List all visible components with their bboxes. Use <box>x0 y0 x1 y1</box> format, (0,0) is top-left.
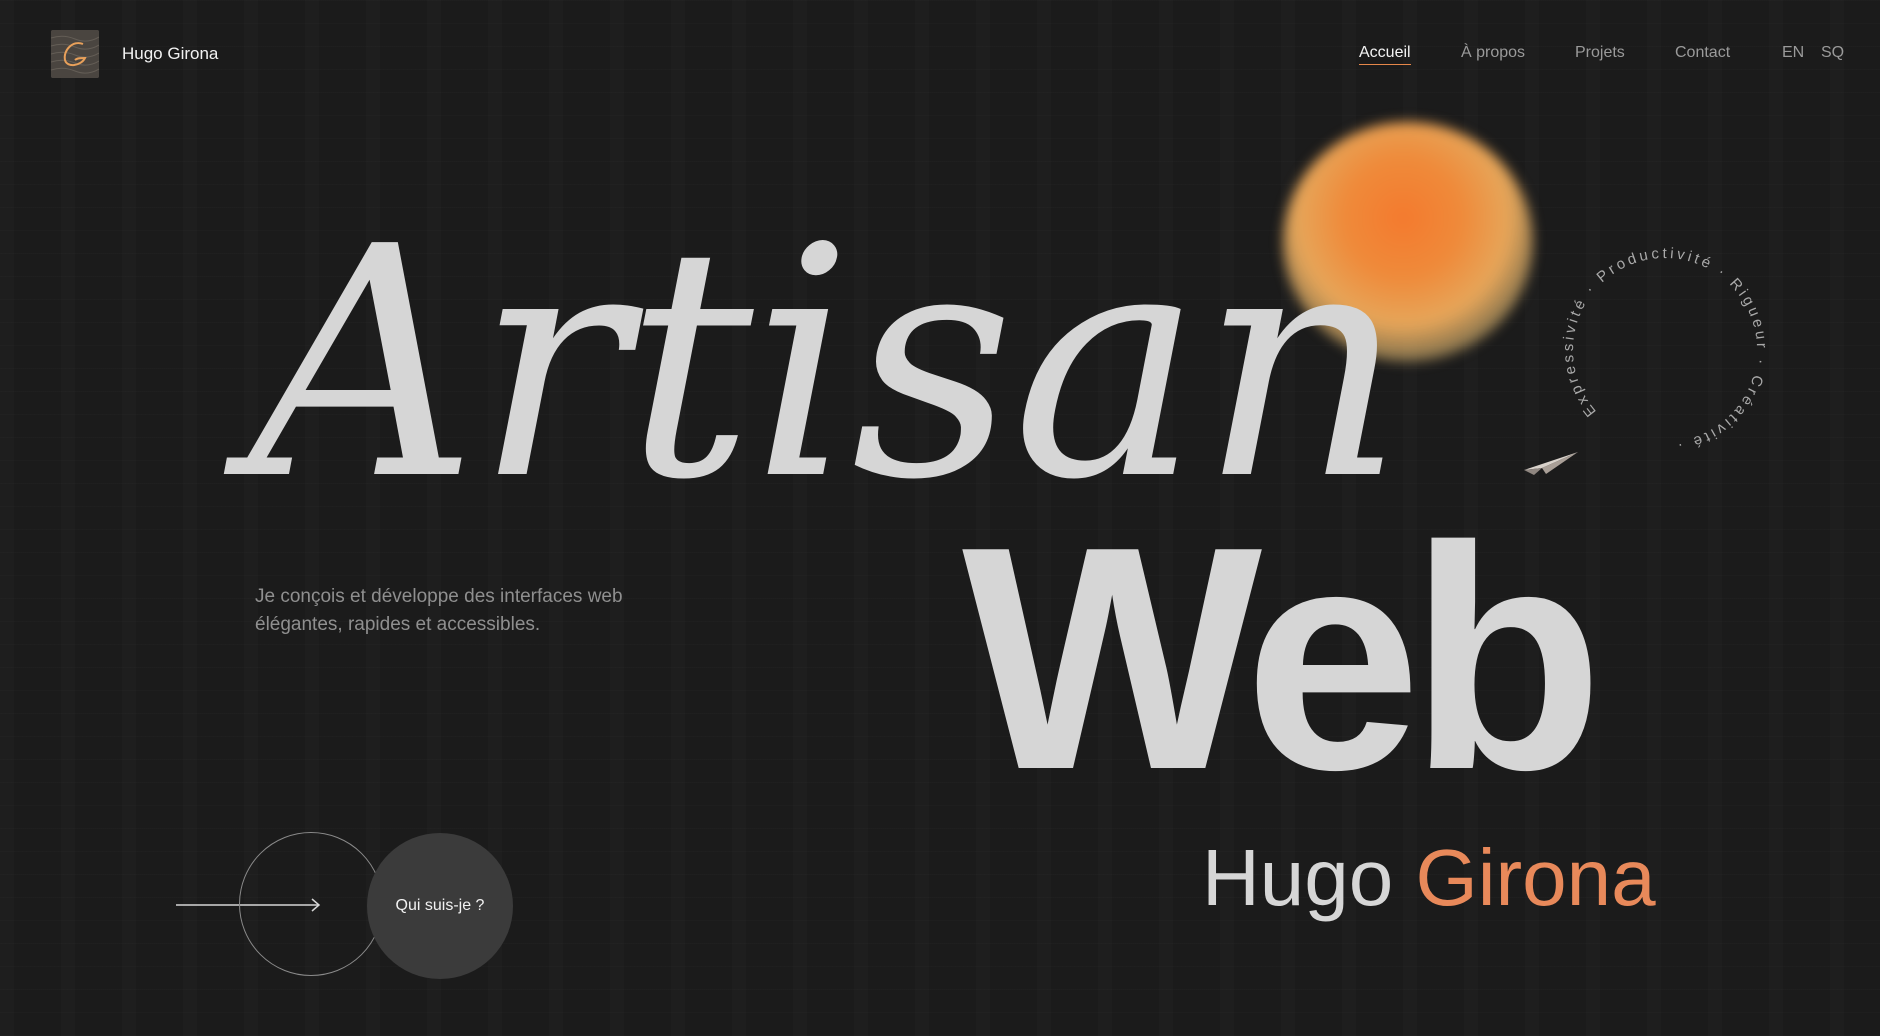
nav-item-projets[interactable]: Projets <box>1575 44 1625 62</box>
cta-ring <box>239 832 383 976</box>
nav-item-contact[interactable]: Contact <box>1675 44 1730 62</box>
nav-item-accueil[interactable]: Accueil <box>1359 44 1411 65</box>
circular-text-badge: Expressivité · Productivité · Rigueur · … <box>1555 240 1775 460</box>
main-nav: Accueil À propos Projets Contact EN SQ <box>0 44 1880 68</box>
who-am-i-button[interactable]: Qui suis-je ? <box>367 833 513 979</box>
svg-text:Expressivité · Productivité ·: Expressivité · Productivité · Rigueur · … <box>1555 240 1775 460</box>
lang-en-link[interactable]: EN <box>1782 44 1804 62</box>
paper-plane-icon <box>1524 452 1578 475</box>
hero-title-web: Web <box>962 481 1604 836</box>
signature-first-name: Hugo <box>1202 833 1394 922</box>
signature-last-name: Girona <box>1415 833 1656 922</box>
who-am-i-label: Qui suis-je ? <box>395 897 485 914</box>
hero-tagline: Je conçois et développe des interfaces w… <box>255 586 623 635</box>
hero-title-artisan: Artisan <box>248 179 1405 549</box>
circular-text: Expressivité · Productivité · Rigueur · … <box>1555 240 1775 460</box>
lang-sq-link[interactable]: SQ <box>1821 44 1844 62</box>
hero-signature: Hugo Girona <box>1202 838 1656 918</box>
nav-item-a-propos[interactable]: À propos <box>1461 44 1525 62</box>
